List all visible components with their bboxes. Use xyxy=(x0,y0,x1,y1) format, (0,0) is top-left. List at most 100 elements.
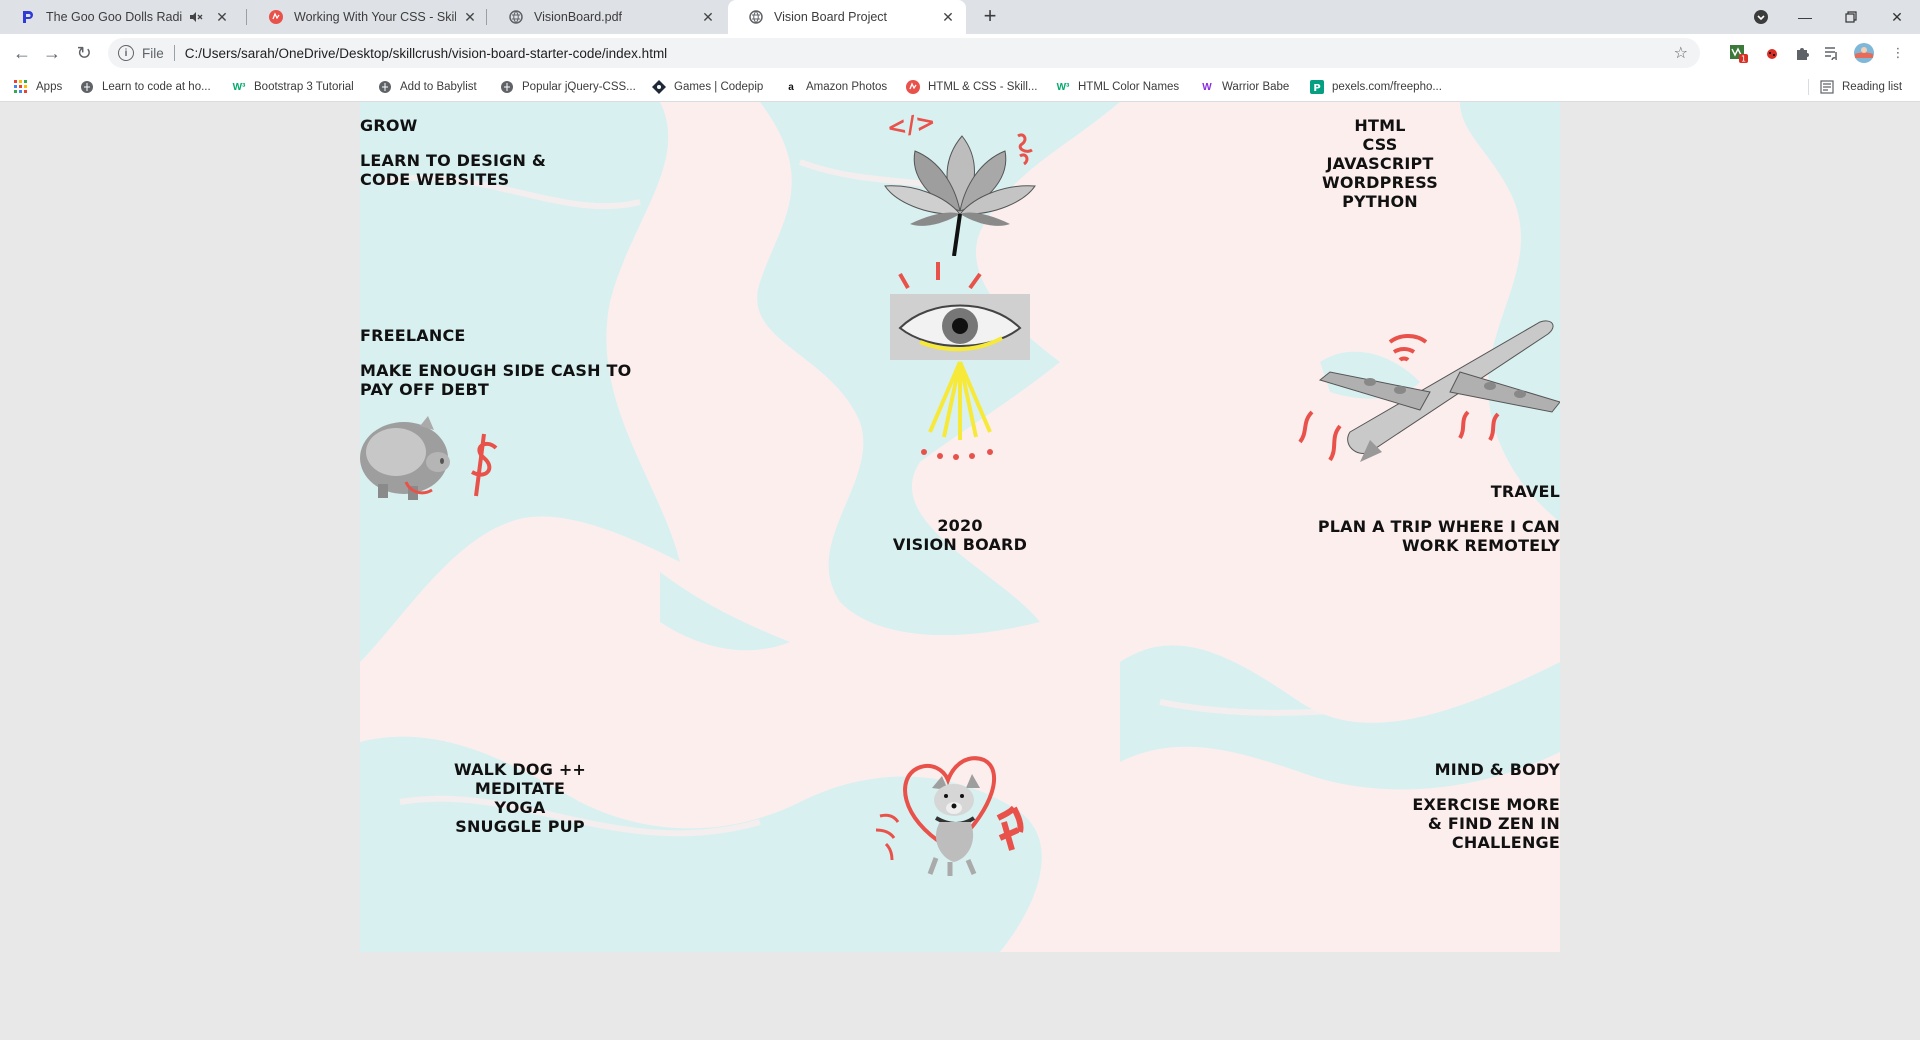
routine-item: YOGA xyxy=(494,798,546,817)
extensions-puzzle-icon[interactable] xyxy=(1790,41,1814,65)
bookmark-label: Bootstrap 3 Tutorial xyxy=(254,81,354,93)
tab-title: VisionBoard.pdf xyxy=(534,10,623,24)
globe-icon xyxy=(80,80,94,94)
skills-list: HTML CSS JAVASCRIPT WORDPRESS PYTHON xyxy=(1240,116,1520,211)
freelance-line: MAKE ENOUGH SIDE CASH TO xyxy=(360,361,632,380)
bookmark-learn-to-code[interactable]: Learn to code at ho... xyxy=(80,78,211,96)
bookmark-star-icon[interactable]: ☆ xyxy=(1674,43,1688,63)
address-bar[interactable]: i File C:/Users/sarah/OneDrive/Desktop/s… xyxy=(108,38,1700,68)
skill-item: WORDPRESS xyxy=(1322,173,1438,192)
pandora-icon xyxy=(20,9,36,25)
tab-vision-board-project[interactable]: Vision Board Project ✕ xyxy=(728,0,966,34)
reload-icon[interactable]: ↻ xyxy=(70,39,98,67)
bookmark-label: Warrior Babe xyxy=(1222,81,1290,93)
bookmark-popular-jquery[interactable]: Popular jQuery-CSS... xyxy=(500,78,636,96)
close-tab-icon[interactable]: ✕ xyxy=(940,9,956,26)
page-viewport: GROW LEARN TO DESIGN & CODE WEBSITES </>… xyxy=(0,102,1920,1040)
grow-heading: GROW xyxy=(360,116,418,135)
bookmark-label: HTML Color Names xyxy=(1078,81,1180,93)
mind-body-line: & FIND ZEN IN xyxy=(1427,814,1560,833)
tab-working-with-css[interactable]: Working With Your CSS - Skillcrush ✕ xyxy=(248,0,488,34)
tab-title: The Goo Goo Dolls Radio - M xyxy=(46,10,182,24)
profile-avatar[interactable] xyxy=(1852,41,1876,65)
media-queue-icon[interactable] xyxy=(1820,41,1844,65)
dumbbell-icon xyxy=(996,805,1024,851)
reading-list-button[interactable]: Reading list xyxy=(1820,78,1902,96)
svg-text:</>: </> xyxy=(885,107,937,142)
browser-toolbar: ← → ↻ i File C:/Users/sarah/OneDrive/Des… xyxy=(0,34,1920,72)
bookmark-pexels[interactable]: P pexels.com/freepho... xyxy=(1310,78,1442,96)
close-tab-icon[interactable]: ✕ xyxy=(462,9,478,26)
freelance-goal: FREELANCE MAKE ENOUGH SIDE CASH TO PAY O… xyxy=(360,326,631,399)
url-scheme: File xyxy=(142,45,164,61)
back-icon[interactable]: ← xyxy=(8,39,36,67)
dollar-sign-icon xyxy=(471,433,498,497)
airplane-image xyxy=(1298,320,1560,462)
globe-icon xyxy=(500,80,514,94)
bookmark-warrior-babe[interactable]: W Warrior Babe xyxy=(1200,78,1289,96)
grow-line: CODE WEBSITES xyxy=(360,170,510,189)
bookmark-amazon-photos[interactable]: a Amazon Photos xyxy=(784,78,887,96)
board-title-year: 2020 xyxy=(937,516,983,535)
restore-icon[interactable] xyxy=(1828,0,1874,34)
tab-pandora[interactable]: The Goo Goo Dolls Radio - M ✕ xyxy=(0,0,240,34)
mind-body-line: CHALLENGE xyxy=(1451,833,1560,852)
close-window-icon[interactable]: ✕ xyxy=(1874,0,1920,34)
close-tab-icon[interactable]: ✕ xyxy=(214,9,230,26)
travel-line: PLAN A TRIP WHERE I CAN xyxy=(1317,517,1560,536)
tab-title: Working With Your CSS - Skillcrush xyxy=(294,10,456,24)
bookmark-label: HTML & CSS - Skill... xyxy=(928,81,1038,93)
freelance-line: PAY OFF DEBT xyxy=(360,380,490,399)
svg-text:P: P xyxy=(1313,83,1320,94)
bookmark-label: Add to Babylist xyxy=(400,81,477,93)
bookmarks-divider xyxy=(1808,79,1809,95)
eye-image xyxy=(890,262,1030,460)
close-tab-icon[interactable]: ✕ xyxy=(700,9,716,26)
grow-line: LEARN TO DESIGN & xyxy=(360,151,547,170)
bookmark-html-color-names[interactable]: W³ HTML Color Names xyxy=(1056,78,1180,96)
bookmark-codepip[interactable]: Games | Codepip xyxy=(652,78,763,96)
extension-ladybug-icon[interactable] xyxy=(1760,41,1784,65)
skill-item: JAVASCRIPT xyxy=(1326,154,1434,173)
board-title-text: VISION BOARD xyxy=(892,535,1028,554)
piggy-bank-image xyxy=(360,416,498,500)
tab-separator xyxy=(246,9,247,25)
w3schools-icon: W³ xyxy=(1056,81,1070,93)
routine-item: WALK DOG ++ xyxy=(453,760,587,779)
browser-menu-icon[interactable]: ⋮ xyxy=(1886,41,1910,65)
bookmark-label: Games | Codepip xyxy=(674,81,764,93)
tab-search-icon[interactable] xyxy=(1738,0,1784,34)
dog-in-heart-image xyxy=(875,756,1024,876)
forward-icon[interactable]: → xyxy=(38,39,66,67)
svg-text:1: 1 xyxy=(1741,55,1746,64)
freelance-heading: FREELANCE xyxy=(360,326,466,345)
bookmark-apps[interactable]: Apps xyxy=(14,78,62,96)
tab-visionboard-pdf[interactable]: VisionBoard.pdf ✕ xyxy=(488,0,726,34)
new-tab-button[interactable]: + xyxy=(977,4,1003,30)
bookmark-bootstrap-tutorial[interactable]: W³ Bootstrap 3 Tutorial xyxy=(232,78,354,96)
bookmark-babylist[interactable]: Add to Babylist xyxy=(378,78,477,96)
bookmark-label: Reading list xyxy=(1842,81,1903,93)
skill-item: PYTHON xyxy=(1342,192,1418,211)
bookmark-label: Popular jQuery-CSS... xyxy=(522,81,636,93)
reading-list-icon xyxy=(1820,80,1834,94)
minimize-icon[interactable]: ― xyxy=(1782,0,1828,34)
site-info-icon[interactable]: i xyxy=(118,45,134,61)
amazon-icon: a xyxy=(788,81,794,93)
bookmark-label: pexels.com/freepho... xyxy=(1332,81,1442,93)
wb-icon: W xyxy=(1202,81,1212,93)
mind-body-heading: MIND & BODY xyxy=(1434,760,1560,779)
globe-icon xyxy=(378,80,392,94)
mind-body-goal: MIND & BODY EXERCISE MORE & FIND ZEN IN … xyxy=(1240,760,1560,852)
skillcrush-icon xyxy=(906,80,920,94)
bookmark-label: Apps xyxy=(36,81,63,93)
speaker-muted-icon[interactable] xyxy=(188,9,204,25)
travel-goal: TRAVEL PLAN A TRIP WHERE I CAN WORK REMO… xyxy=(1240,482,1560,555)
routine-item: SNUGGLE PUP xyxy=(455,817,585,836)
globe-icon xyxy=(748,9,764,25)
tab-title: Vision Board Project xyxy=(774,10,888,24)
extension-calendar-icon[interactable]: 1 xyxy=(1726,41,1750,65)
bookmark-html-css-skillcrush[interactable]: HTML & CSS - Skill... xyxy=(906,78,1037,96)
url-text[interactable]: C:/Users/sarah/OneDrive/Desktop/skillcru… xyxy=(185,46,1674,61)
tab-bar: The Goo Goo Dolls Radio - M ✕ Working Wi… xyxy=(0,0,1920,34)
